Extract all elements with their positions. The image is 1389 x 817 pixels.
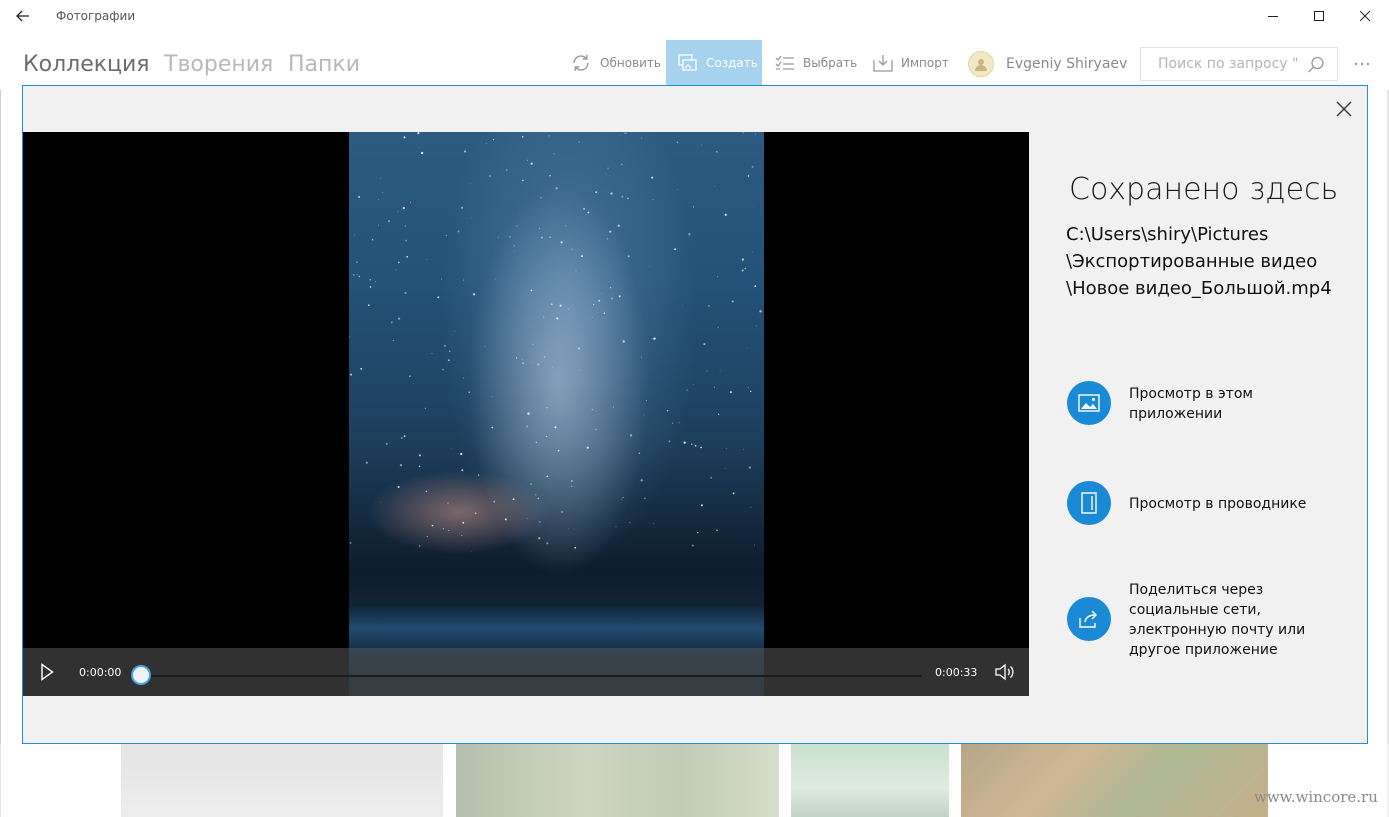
volume-icon <box>995 663 1014 681</box>
current-time: 0:00:00 <box>79 666 122 679</box>
back-button[interactable] <box>0 0 46 32</box>
maximize-icon <box>1314 11 1324 21</box>
tab-folders[interactable]: Папки <box>288 52 360 77</box>
seek-thumb[interactable] <box>131 665 151 685</box>
select-list-icon <box>775 55 795 71</box>
share-label[interactable]: Поделиться через социальные сети, электр… <box>1129 580 1329 660</box>
video-player[interactable] <box>23 132 1029 696</box>
user-account[interactable]: Evgeniy Shiryaev <box>968 50 1127 78</box>
view-in-explorer-label[interactable]: Просмотр в проводнике <box>1129 494 1339 514</box>
select-button[interactable]: Выбрать <box>775 40 857 85</box>
share-icon <box>1079 610 1097 628</box>
more-options-button[interactable] <box>1350 52 1374 76</box>
play-button[interactable] <box>37 662 57 682</box>
folder-icon <box>1081 492 1097 514</box>
search-input[interactable] <box>1156 55 1310 73</box>
minimize-button[interactable] <box>1250 0 1296 32</box>
view-in-explorer-button[interactable] <box>1067 481 1111 525</box>
close-window-button[interactable] <box>1342 0 1388 32</box>
milky-way-image <box>349 132 762 552</box>
close-icon <box>1336 101 1352 117</box>
title-bar <box>0 0 1389 32</box>
more-icon <box>1354 62 1370 66</box>
select-label: Выбрать <box>803 55 858 70</box>
view-in-app-label[interactable]: Просмотр в этом приложении <box>1129 384 1329 424</box>
import-label: Импорт <box>901 55 949 70</box>
avatar <box>968 51 994 77</box>
view-in-app-button[interactable] <box>1067 381 1111 425</box>
create-icon <box>678 53 698 72</box>
app-title: Фотографии <box>56 9 136 23</box>
create-label: Создать <box>706 55 758 70</box>
dialog-close-button[interactable] <box>1332 97 1356 121</box>
import-icon <box>873 54 893 72</box>
total-time: 0:00:33 <box>935 666 978 679</box>
saved-path-line: C:\Users\shiry\Pictures <box>1066 224 1269 245</box>
refresh-button[interactable]: Обновить <box>570 40 661 85</box>
picture-icon <box>1078 394 1100 412</box>
close-icon <box>1360 11 1370 21</box>
back-arrow-icon <box>16 10 29 22</box>
play-icon <box>41 663 54 681</box>
saved-heading: Сохранено здесь <box>1069 172 1339 207</box>
maximize-button[interactable] <box>1296 0 1342 32</box>
player-controls <box>23 648 1029 696</box>
video-frame <box>349 132 764 696</box>
seek-bar[interactable] <box>141 675 922 677</box>
watermark: www.wincore.ru <box>1254 788 1378 806</box>
saved-path-line: \Новое видео_Большой.mp4 <box>1066 278 1332 299</box>
user-name: Evgeniy Shiryaev <box>1006 56 1128 72</box>
gallery-dim-overlay <box>0 744 1389 817</box>
saved-path-line: \Экспортированные видео <box>1066 251 1318 272</box>
refresh-icon <box>570 52 592 74</box>
user-avatar-icon <box>975 59 987 71</box>
search-box[interactable] <box>1140 47 1338 81</box>
refresh-label: Обновить <box>600 55 661 70</box>
left-edge <box>0 90 1 817</box>
create-button[interactable]: Создать <box>666 40 762 85</box>
volume-button[interactable] <box>993 662 1017 682</box>
tab-creations[interactable]: Творения <box>164 52 273 77</box>
import-button[interactable]: Импорт <box>873 40 949 85</box>
share-button[interactable] <box>1067 597 1111 641</box>
search-icon[interactable] <box>1307 56 1325 78</box>
tab-collection[interactable]: Коллекция <box>23 52 150 77</box>
minimize-icon <box>1268 16 1278 17</box>
